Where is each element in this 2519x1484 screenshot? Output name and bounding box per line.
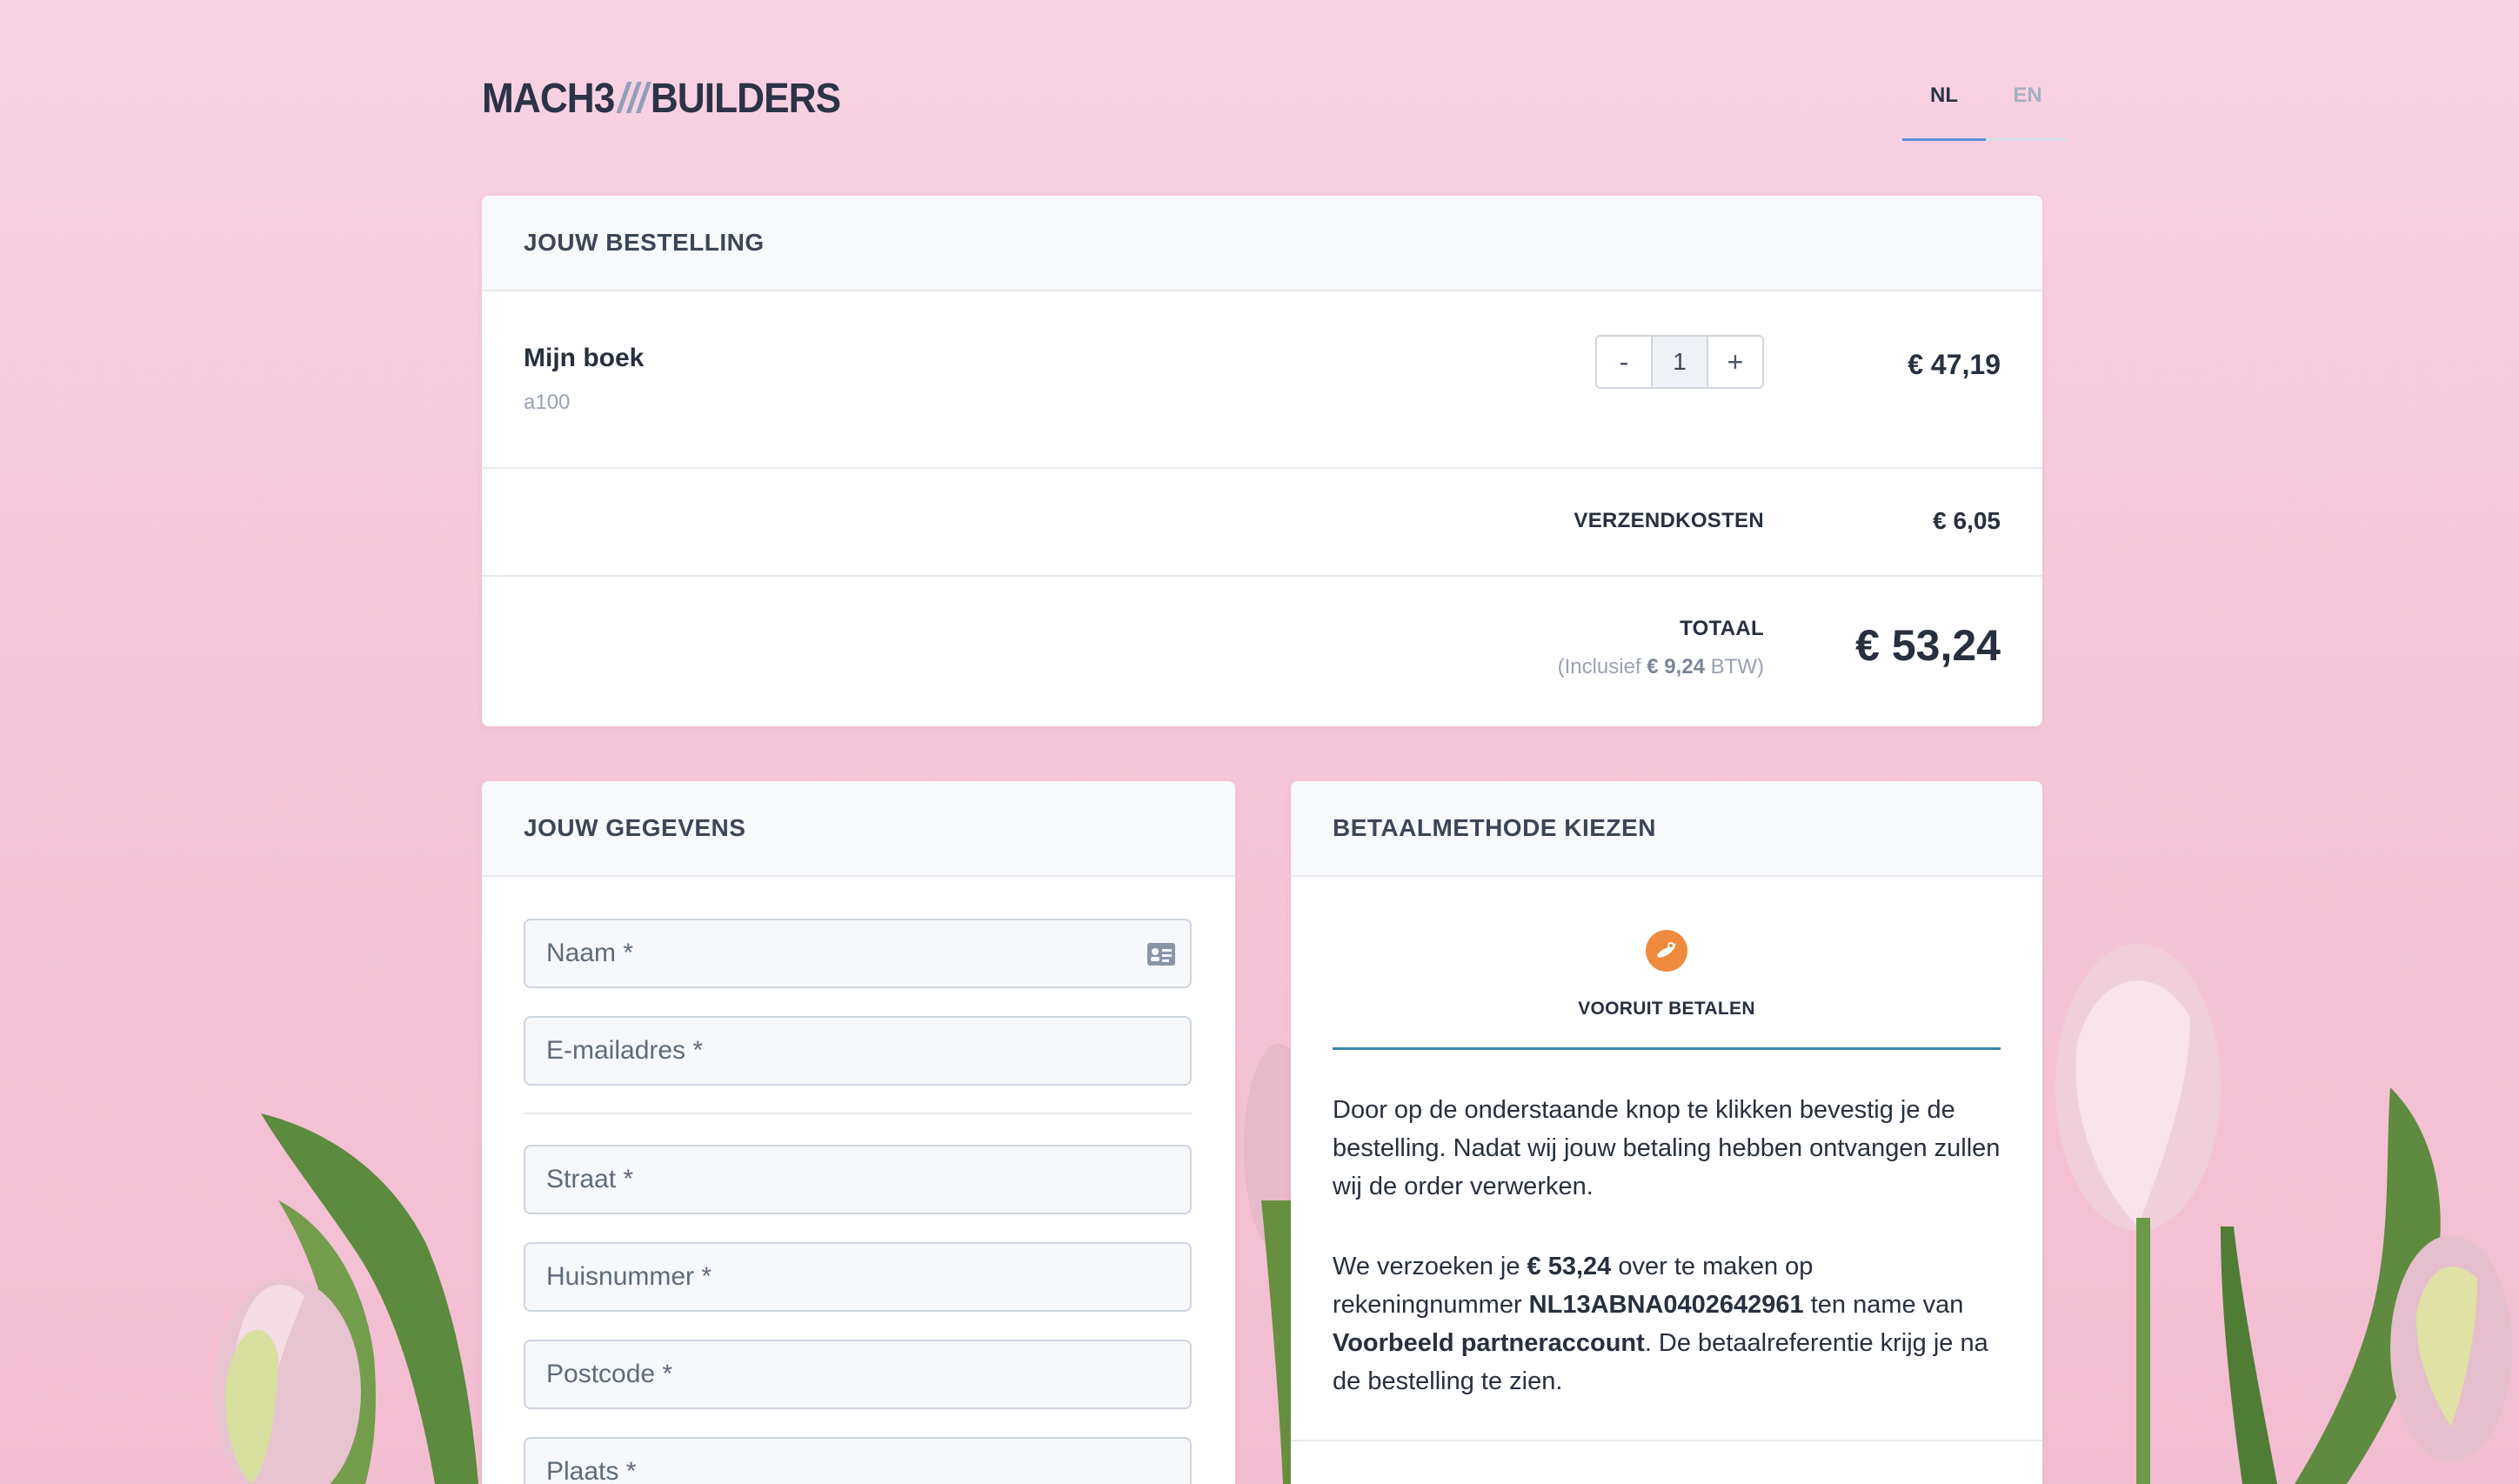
- product-sku: a100: [524, 391, 571, 414]
- id-card-icon: [1147, 943, 1175, 966]
- shipping-row: VERZENDKOSTEN € 6,05: [482, 469, 2042, 577]
- field-divider: [524, 1113, 1192, 1114]
- payment-card-title: BETAALMETHODE KIEZEN: [1291, 781, 2042, 877]
- quantity-value[interactable]: 1: [1651, 337, 1708, 387]
- vat-prefix: (Inclusief: [1557, 655, 1647, 678]
- vat-suffix: BTW): [1705, 655, 1764, 678]
- transfer-text-3: ten name van: [1803, 1291, 1964, 1319]
- payment-method-option[interactable]: VOORUIT BETALEN: [1291, 877, 2042, 1051]
- tulip-decoration-right: [2055, 944, 2512, 1484]
- payment-card: BETAALMETHODE KIEZEN VOORUIT BETALEN Doo…: [1291, 781, 2042, 1484]
- email-field[interactable]: E-mailadres *: [524, 1016, 1192, 1086]
- transfer-account-holder: Voorbeeld partneraccount: [1333, 1329, 1645, 1357]
- transfer-iban: NL13ABNA0402642961: [1528, 1291, 1804, 1319]
- total-row: TOTAAL (Inclusief € 9,24 BTW) € 53,24: [482, 577, 2042, 725]
- vat-note: (Inclusief € 9,24 BTW): [1558, 655, 1764, 679]
- vat-amount: € 9,24: [1647, 655, 1706, 678]
- tab-language-nl[interactable]: NL: [1902, 77, 1986, 141]
- name-placeholder: Naam *: [546, 939, 634, 967]
- language-switcher: NL EN: [1902, 77, 2069, 141]
- payment-bottom-divider: [1291, 1440, 2042, 1441]
- quantity-stepper: - 1 +: [1595, 335, 1764, 389]
- prepay-icon: [1646, 930, 1687, 972]
- order-card-title: JOUW BESTELLING: [482, 196, 2042, 291]
- increment-button[interactable]: +: [1708, 337, 1762, 387]
- order-line-item: Mijn boek a100 - 1 + € 47,19: [482, 291, 2042, 469]
- street-field[interactable]: Straat *: [524, 1145, 1192, 1214]
- total-value: € 53,24: [1855, 621, 2001, 670]
- name-field[interactable]: Naam *: [524, 919, 1192, 988]
- brand-separator: ///: [618, 76, 648, 122]
- tab-language-en[interactable]: EN: [1986, 77, 2069, 141]
- brand-logo[interactable]: MACH3///BUILDERS: [482, 75, 841, 123]
- payment-transfer-details: We verzoeken je € 53,24 over te maken op…: [1333, 1247, 2001, 1400]
- details-card-title: JOUW GEGEVENS: [482, 781, 1235, 877]
- product-price: € 47,19: [1908, 349, 2001, 380]
- transfer-text-1: We verzoeken je: [1333, 1253, 1527, 1280]
- postcode-field[interactable]: Postcode *: [524, 1340, 1192, 1409]
- order-card: JOUW BESTELLING Mijn boek a100 - 1 + € 4…: [482, 196, 2042, 726]
- shipping-value: € 6,05: [1933, 507, 2001, 534]
- payment-instructions: Door op de onderstaande knop te klikken …: [1333, 1096, 2001, 1200]
- city-field[interactable]: Plaats *: [524, 1437, 1192, 1484]
- shipping-label: VERZENDKOSTEN: [1574, 509, 1764, 532]
- details-card: JOUW GEGEVENS Naam * E-mailadres * Straa…: [482, 781, 1235, 1484]
- product-name: Mijn boek: [524, 344, 645, 372]
- brand-part1: MACH3: [482, 76, 615, 122]
- transfer-amount: € 53,24: [1527, 1253, 1612, 1280]
- tulip-decoration-left: [213, 1113, 478, 1484]
- payment-method-label: VOORUIT BETALEN: [1578, 999, 1755, 1019]
- total-label: TOTAAL: [1680, 617, 1764, 640]
- decrement-button[interactable]: -: [1597, 337, 1651, 387]
- tulip-decoration-middle: [1244, 1044, 1296, 1484]
- house-number-field[interactable]: Huisnummer *: [524, 1242, 1192, 1312]
- brand-part2: BUILDERS: [650, 76, 841, 122]
- payment-method-selected-indicator: [1333, 1047, 2001, 1050]
